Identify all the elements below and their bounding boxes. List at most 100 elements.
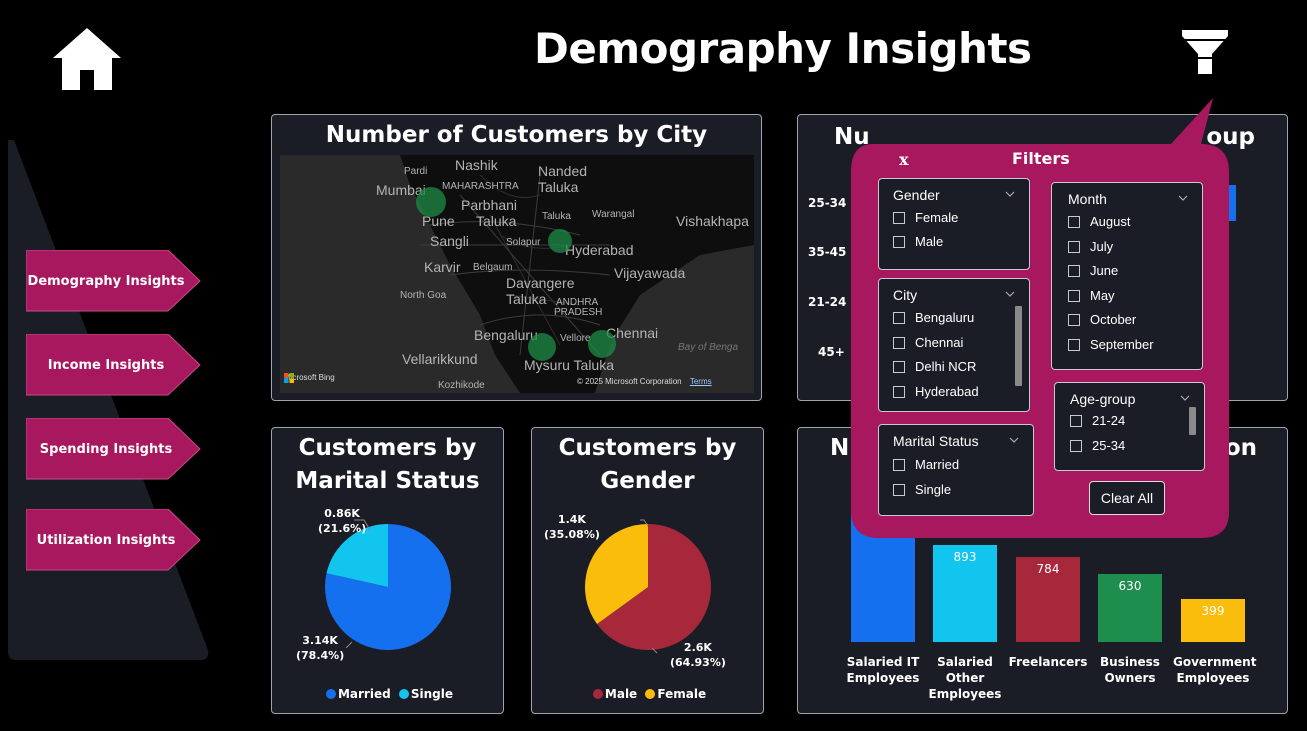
city-bubble[interactable] xyxy=(528,333,556,361)
nav-spending-insights[interactable]: Spending Insights xyxy=(26,418,201,480)
map-terms-link[interactable]: Terms xyxy=(690,377,712,386)
map-label: Bay of Benga xyxy=(678,342,739,353)
map-label: Pardi xyxy=(404,166,428,177)
checkbox[interactable] xyxy=(893,211,905,224)
map-copyright: © 2025 Microsoft Corporation xyxy=(577,377,682,386)
checkbox[interactable] xyxy=(1070,414,1082,427)
map-label: Taluka xyxy=(506,291,547,307)
nav-utilization-insights[interactable]: Utilization Insights xyxy=(26,509,201,571)
chevron-down-icon[interactable] xyxy=(1178,193,1188,203)
chevron-down-icon[interactable] xyxy=(1005,289,1015,299)
gender-option[interactable]: Female xyxy=(893,210,958,225)
marital-option[interactable]: Single xyxy=(893,482,951,497)
city-bubble[interactable] xyxy=(588,330,616,358)
pie-value: 1.4K xyxy=(557,513,586,526)
filters-title: Filters xyxy=(1012,149,1070,168)
city-option[interactable]: Hyderabad xyxy=(893,384,979,399)
city-filter-label: City xyxy=(893,287,918,303)
bing-attribution: Microsoft Bing xyxy=(284,373,335,383)
chevron-down-icon[interactable] xyxy=(1009,435,1019,445)
home-icon[interactable] xyxy=(52,26,122,92)
page-title: Demography Insights xyxy=(534,24,1032,73)
legend-item[interactable]: Female xyxy=(657,687,706,701)
month-option[interactable]: July xyxy=(1068,239,1113,254)
map-label: Taluka xyxy=(542,211,571,222)
map-label: Karvir xyxy=(424,259,461,275)
chevron-down-icon[interactable] xyxy=(1005,189,1015,199)
option-label: Female xyxy=(915,210,959,225)
bar-category-line: Employees xyxy=(928,687,1002,701)
city-map[interactable]: Nashik Pardi Nanded Mumbai MAHARASHTRA T… xyxy=(280,155,754,393)
microsoft-logo-icon xyxy=(284,373,294,383)
gender-filter: Gender Female Male xyxy=(878,178,1030,270)
gender-option[interactable]: Male xyxy=(893,234,943,249)
checkbox[interactable] xyxy=(1070,439,1082,452)
pie-percent: (64.93%) xyxy=(670,656,726,669)
map-card-title: Number of Customers by City xyxy=(325,122,708,148)
checkbox[interactable] xyxy=(1068,289,1080,302)
agegroup-scrollbar[interactable] xyxy=(1189,407,1196,435)
city-option[interactable]: Delhi NCR xyxy=(893,359,976,374)
checkbox[interactable] xyxy=(893,385,905,398)
agegroup-option[interactable]: 21-24 xyxy=(1070,413,1125,428)
month-option[interactable]: October xyxy=(1068,312,1136,327)
gender-filter-label: Gender xyxy=(893,187,940,203)
map-card: Number of Customers by City Nashik Pardi… xyxy=(271,114,762,401)
legend-item[interactable]: Male xyxy=(605,687,637,701)
pie-value: 2.6K xyxy=(683,641,712,654)
age-row-label: 21-24 xyxy=(808,295,847,309)
option-label: July xyxy=(1090,239,1114,254)
map-label: Belgaum xyxy=(473,262,513,273)
marital-option[interactable]: Married xyxy=(893,457,959,472)
option-label: Single xyxy=(915,482,952,497)
option-label: October xyxy=(1090,312,1137,327)
marital-filter: Marital Status Married Single xyxy=(878,424,1034,516)
month-option[interactable]: August xyxy=(1068,214,1130,229)
city-scrollbar[interactable] xyxy=(1015,306,1022,386)
option-label: Bengaluru xyxy=(915,310,975,325)
checkbox[interactable] xyxy=(893,458,905,471)
bar-category-line: Employees xyxy=(1176,671,1250,685)
agegroup-filter-label: Age-group xyxy=(1070,391,1136,407)
checkbox[interactable] xyxy=(893,311,905,324)
bar-category-label: Government Employees xyxy=(1173,654,1256,686)
month-option[interactable]: May xyxy=(1068,288,1115,303)
clear-all-button[interactable]: Clear All xyxy=(1089,481,1165,515)
option-label: September xyxy=(1090,337,1154,352)
legend-swatch xyxy=(325,689,336,699)
agegroup-option[interactable]: 25-34 xyxy=(1070,438,1125,453)
filters-panel: x Filters Gender Female Male City Bengal… xyxy=(851,96,1231,540)
checkbox[interactable] xyxy=(893,360,905,373)
legend-item[interactable]: Married xyxy=(338,687,391,701)
checkbox[interactable] xyxy=(1068,338,1080,351)
age-row-label: 25-34 xyxy=(808,196,847,210)
chevron-down-icon[interactable] xyxy=(1180,393,1190,403)
filter-icon[interactable] xyxy=(1180,28,1230,76)
age-row-label: 35-45 xyxy=(808,245,847,259)
city-bubble[interactable] xyxy=(416,187,446,217)
map-label: Nashik xyxy=(455,157,498,173)
map-label: PRADESH xyxy=(554,307,603,318)
city-option[interactable]: Chennai xyxy=(893,335,963,350)
checkbox[interactable] xyxy=(1068,240,1080,253)
checkbox[interactable] xyxy=(1068,215,1080,228)
checkbox[interactable] xyxy=(1068,264,1080,277)
map-label: North Goa xyxy=(400,290,447,301)
option-label: Delhi NCR xyxy=(915,359,977,374)
option-label: 21-24 xyxy=(1092,413,1126,428)
nav-income-insights[interactable]: Income Insights xyxy=(26,334,201,396)
bar-category-line: Employees xyxy=(846,671,920,685)
checkbox[interactable] xyxy=(1068,313,1080,326)
month-option[interactable]: June xyxy=(1068,263,1118,278)
city-option[interactable]: Bengaluru xyxy=(893,310,974,325)
legend-item[interactable]: Single xyxy=(411,687,453,701)
checkbox[interactable] xyxy=(893,336,905,349)
city-bubble[interactable] xyxy=(548,229,572,253)
gender-card: Customers by Gender 1.4K (35.08%) 2.6K (… xyxy=(531,427,764,714)
checkbox[interactable] xyxy=(893,235,905,248)
nav-demography-insights[interactable]: Demography Insights xyxy=(26,250,201,312)
close-filters-button[interactable]: x xyxy=(899,150,909,169)
checkbox[interactable] xyxy=(893,483,905,496)
option-label: 25-34 xyxy=(1092,438,1126,453)
month-option[interactable]: September xyxy=(1068,337,1154,352)
